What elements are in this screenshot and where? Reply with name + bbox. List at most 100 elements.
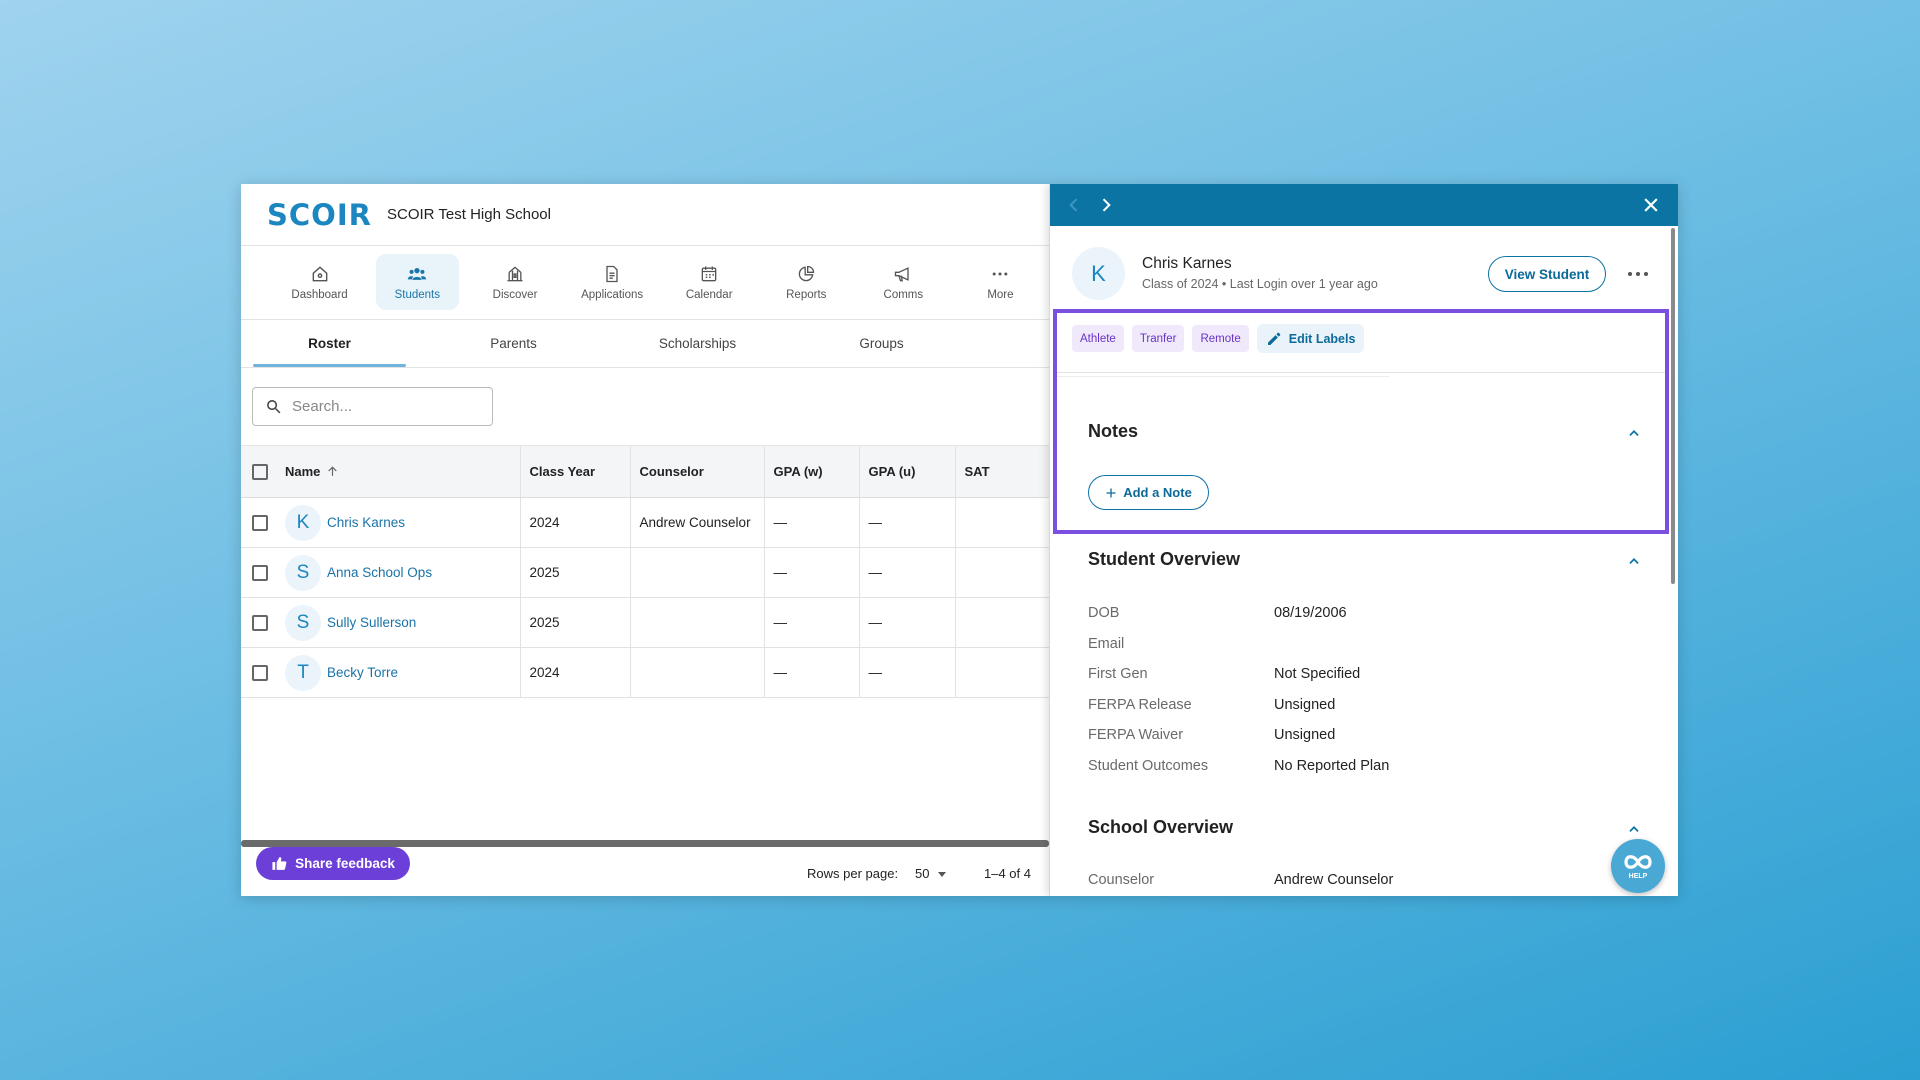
avatar: T [285, 654, 321, 691]
overview-value: Unsigned [1274, 697, 1336, 713]
overview-label: First Gen [1088, 666, 1148, 682]
chevron-up-icon[interactable] [1627, 822, 1641, 836]
gpa-w-cell: — [763, 547, 859, 598]
student-overview-title: Student Overview [1088, 549, 1241, 569]
chevron-left-icon[interactable] [1064, 195, 1084, 215]
rows-per-page-select[interactable]: 50 [915, 866, 947, 881]
panel-header [1050, 184, 1678, 226]
nav-reports[interactable]: Reports [758, 254, 855, 310]
nav-dashboard-label: Dashboard [291, 288, 348, 301]
school-overview-title: School Overview [1088, 817, 1234, 837]
nav-comms[interactable]: Comms [855, 254, 952, 310]
nav-comms-label: Comms [883, 288, 924, 301]
sat-cell [954, 647, 1049, 698]
name-cell: S Anna School Ops [285, 547, 520, 598]
nav-calendar[interactable]: Calendar [661, 254, 758, 310]
highlight-box [1053, 309, 1669, 534]
select-all-checkbox[interactable] [252, 463, 268, 480]
overview-value: 08/19/2006 [1274, 605, 1347, 621]
horizontal-scrollbar[interactable] [241, 840, 1049, 847]
chevron-right-icon[interactable] [1096, 195, 1116, 215]
scoir-logo[interactable]: SCOIR [267, 198, 371, 232]
overview-value: Not Specified [1274, 666, 1361, 682]
student-name-link[interactable]: Becky Torre [327, 665, 398, 680]
arrow-up-icon[interactable] [326, 465, 339, 478]
row-checkbox[interactable] [252, 614, 268, 631]
student-name-link[interactable]: Anna School Ops [327, 565, 432, 580]
nav-dashboard[interactable]: Dashboard [271, 254, 368, 310]
more-options-icon[interactable] [1626, 264, 1650, 284]
page-range: 1–4 of 4 [984, 866, 1031, 881]
gpa-u-cell: — [858, 547, 955, 598]
table-row[interactable]: K Chris Karnes 2024 Andrew Counselor — — [241, 497, 1049, 548]
help-button[interactable]: HELP [1611, 839, 1665, 893]
name-cell: S Sully Sullerson [285, 597, 520, 648]
class-year-cell: 2024 [519, 497, 630, 548]
col-gpa-u[interactable]: GPA (u) [858, 445, 955, 498]
nav-more-label: More [987, 288, 1014, 301]
tab-parents[interactable]: Parents [437, 320, 590, 368]
search-box [252, 387, 493, 426]
roster-table: Name Class Year Counselor GPA (w) GPA (u… [241, 445, 1049, 698]
col-counselor[interactable]: Counselor [629, 445, 764, 498]
avatar: S [285, 604, 321, 641]
panel-scrollbar[interactable] [1671, 228, 1675, 584]
table-row[interactable]: T Becky Torre 2024 — — [241, 647, 1049, 698]
row-checkbox[interactable] [252, 514, 268, 531]
gpa-w-cell: — [763, 597, 859, 648]
table-row[interactable]: S Sully Sullerson 2025 — — [241, 597, 1049, 648]
tab-scholarships[interactable]: Scholarships [621, 320, 774, 368]
search-icon [267, 400, 281, 414]
counselor-cell [629, 647, 764, 698]
nav-discover[interactable]: Discover [467, 254, 564, 310]
select-all-cell [241, 445, 285, 498]
gpa-w-cell: — [763, 647, 859, 698]
help-label: HELP [1628, 873, 1648, 880]
infinity-icon [1624, 855, 1652, 869]
overview-value: Unsigned [1274, 727, 1336, 743]
counselor-cell [629, 547, 764, 598]
nav-applications[interactable]: Applications [564, 254, 661, 310]
student-name-link[interactable]: Chris Karnes [327, 515, 405, 530]
document-icon [606, 265, 618, 282]
search-input[interactable] [292, 398, 482, 415]
top-bar: SCOIR SCOIR Test High School [241, 184, 1049, 246]
main-content: SCOIR SCOIR Test High School Dashboard S… [241, 184, 1049, 896]
row-checkbox[interactable] [252, 664, 268, 681]
table-row[interactable]: S Anna School Ops 2025 — — [241, 547, 1049, 598]
col-gpa-w[interactable]: GPA (w) [763, 445, 859, 498]
col-sat[interactable]: SAT [954, 445, 1049, 498]
nav-more[interactable]: More [952, 254, 1049, 310]
rows-per-page-value: 50 [915, 866, 930, 881]
more-horizontal-icon [993, 272, 1008, 275]
overview-value: Andrew Counselor [1274, 872, 1394, 888]
counselor-cell [629, 597, 764, 648]
rows-per-page-label: Rows per page: [807, 866, 899, 881]
col-name[interactable]: Name [285, 445, 520, 498]
avatar: K [285, 504, 321, 541]
nav-students[interactable]: Students [376, 254, 459, 310]
people-icon [408, 267, 427, 280]
share-feedback-button[interactable]: Share feedback [256, 847, 410, 880]
student-name-link[interactable]: Sully Sullerson [327, 615, 416, 630]
student-subtitle: Class of 2024 • Last Login over 1 year a… [1142, 277, 1378, 291]
row-select-cell [241, 647, 285, 698]
tab-roster[interactable]: Roster [253, 320, 406, 368]
nav-applications-label: Applications [581, 288, 644, 301]
nav-calendar-label: Calendar [685, 288, 733, 301]
nav-reports-label: Reports [786, 288, 827, 301]
tab-groups[interactable]: Groups [805, 320, 958, 368]
gpa-u-cell: — [858, 647, 955, 698]
student-detail-panel: K Chris Karnes Class of 2024 • Last Logi… [1049, 184, 1678, 896]
row-checkbox[interactable] [252, 564, 268, 581]
col-name-label: Name [285, 464, 321, 479]
chevron-up-icon[interactable] [1627, 554, 1641, 568]
class-year-cell: 2025 [519, 547, 630, 598]
col-class-year[interactable]: Class Year [519, 445, 630, 498]
overview-label: Student Outcomes [1088, 758, 1209, 774]
sat-cell [954, 547, 1049, 598]
overview-value: No Reported Plan [1274, 758, 1390, 774]
close-icon[interactable] [1641, 195, 1661, 215]
sat-cell [954, 497, 1049, 548]
view-student-button[interactable]: View Student [1488, 256, 1606, 292]
